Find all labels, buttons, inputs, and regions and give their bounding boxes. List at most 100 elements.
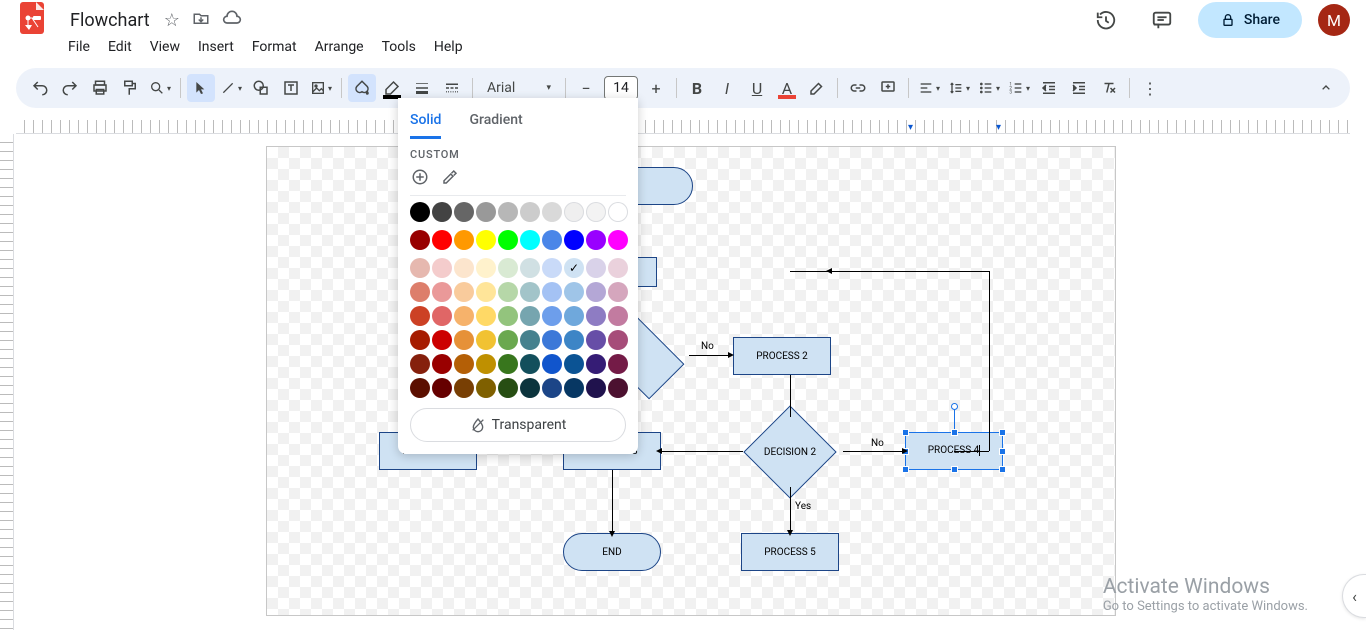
color-swatch[interactable] <box>520 202 540 222</box>
color-swatch[interactable] <box>410 258 430 278</box>
shape-tool[interactable] <box>247 74 275 102</box>
shape-process2[interactable]: PROCESS 2 <box>733 337 831 375</box>
color-swatch[interactable] <box>520 354 540 374</box>
color-swatch[interactable] <box>564 258 584 278</box>
color-swatch[interactable] <box>432 202 452 222</box>
connector[interactable] <box>954 451 989 452</box>
color-swatch[interactable] <box>564 354 584 374</box>
color-swatch[interactable] <box>432 330 452 350</box>
color-swatch[interactable] <box>542 282 562 302</box>
collapse-toolbar-button[interactable] <box>1312 74 1340 102</box>
color-swatch[interactable] <box>564 330 584 350</box>
indent-increase-button[interactable] <box>1065 74 1093 102</box>
menu-arrange[interactable]: Arrange <box>307 35 372 59</box>
menu-file[interactable]: File <box>60 35 98 59</box>
bold-button[interactable]: B <box>683 74 711 102</box>
color-swatch[interactable] <box>476 330 496 350</box>
color-swatch[interactable] <box>564 202 584 222</box>
resize-handle-se[interactable] <box>999 466 1006 473</box>
color-swatch[interactable] <box>498 282 518 302</box>
zoom-button[interactable] <box>146 74 174 102</box>
tab-solid[interactable]: Solid <box>410 112 441 139</box>
shape-process5[interactable]: PROCESS 5 <box>741 533 839 571</box>
color-swatch[interactable] <box>608 258 628 278</box>
menu-view[interactable]: View <box>142 35 188 59</box>
move-icon[interactable] <box>192 9 210 32</box>
menu-tools[interactable]: Tools <box>374 35 424 59</box>
color-swatch[interactable] <box>432 306 452 326</box>
color-swatch[interactable] <box>410 378 430 398</box>
color-swatch[interactable] <box>410 306 430 326</box>
select-tool[interactable] <box>187 74 215 102</box>
color-swatch[interactable] <box>432 354 452 374</box>
color-swatch[interactable] <box>410 282 430 302</box>
shape-decision2[interactable]: DECISION 2 <box>737 417 843 487</box>
comments-icon[interactable] <box>1142 0 1182 40</box>
color-swatch[interactable] <box>564 282 584 302</box>
color-swatch[interactable] <box>608 306 628 326</box>
cloud-status-icon[interactable] <box>222 8 242 33</box>
color-swatch[interactable] <box>520 258 540 278</box>
color-swatch[interactable] <box>586 202 606 222</box>
resize-handle-ne[interactable] <box>999 429 1006 436</box>
resize-handle-e[interactable] <box>999 448 1006 455</box>
connector[interactable] <box>843 451 903 452</box>
color-swatch[interactable] <box>476 202 496 222</box>
color-swatch[interactable] <box>542 330 562 350</box>
color-swatch[interactable] <box>542 258 562 278</box>
font-size-input[interactable] <box>604 76 638 100</box>
more-options-button[interactable]: ⋮ <box>1136 74 1164 102</box>
color-swatch[interactable] <box>520 306 540 326</box>
color-swatch[interactable] <box>476 282 496 302</box>
color-swatch[interactable] <box>432 378 452 398</box>
canvas-area[interactable]: PROCESS 2 DECISION 2 PROCESS 3 PROCESS 4… <box>14 134 1366 630</box>
line-spacing-button[interactable] <box>945 74 973 102</box>
transparent-button[interactable]: Transparent <box>410 408 626 442</box>
color-swatch[interactable] <box>498 258 518 278</box>
textbox-tool[interactable] <box>277 74 305 102</box>
connector[interactable] <box>989 271 990 451</box>
image-tool[interactable] <box>307 74 335 102</box>
color-swatch[interactable] <box>498 230 518 250</box>
color-swatch[interactable] <box>454 202 474 222</box>
color-swatch[interactable] <box>586 330 606 350</box>
resize-handle-sw[interactable] <box>902 466 909 473</box>
indent-decrease-button[interactable] <box>1035 74 1063 102</box>
connector[interactable] <box>661 451 743 452</box>
connector[interactable] <box>831 271 832 272</box>
connector[interactable] <box>790 375 791 417</box>
insert-link-button[interactable] <box>844 74 872 102</box>
menu-help[interactable]: Help <box>426 35 471 59</box>
menu-format[interactable]: Format <box>244 35 305 59</box>
undo-button[interactable] <box>26 74 54 102</box>
color-swatch[interactable] <box>608 230 628 250</box>
color-swatch[interactable] <box>542 202 562 222</box>
color-swatch[interactable] <box>454 354 474 374</box>
color-swatch[interactable] <box>520 378 540 398</box>
color-swatch[interactable] <box>432 230 452 250</box>
document-title[interactable]: Flowchart <box>64 8 156 33</box>
color-swatch[interactable] <box>586 230 606 250</box>
color-swatch[interactable] <box>586 378 606 398</box>
color-swatch[interactable] <box>586 354 606 374</box>
menu-insert[interactable]: Insert <box>190 35 242 59</box>
connector[interactable] <box>790 487 791 531</box>
bullet-list-button[interactable] <box>975 74 1003 102</box>
color-swatch[interactable] <box>498 378 518 398</box>
color-swatch[interactable] <box>608 330 628 350</box>
connector[interactable] <box>612 470 613 532</box>
color-swatch[interactable] <box>608 282 628 302</box>
color-swatch[interactable] <box>454 258 474 278</box>
italic-button[interactable]: I <box>713 74 741 102</box>
color-swatch[interactable] <box>542 378 562 398</box>
color-swatch[interactable] <box>564 306 584 326</box>
color-swatch[interactable] <box>454 282 474 302</box>
underline-button[interactable]: U <box>743 74 771 102</box>
redo-button[interactable] <box>56 74 84 102</box>
menu-edit[interactable]: Edit <box>100 35 140 59</box>
connector[interactable] <box>689 355 729 356</box>
color-swatch[interactable] <box>476 378 496 398</box>
color-swatch[interactable] <box>498 202 518 222</box>
color-swatch[interactable] <box>454 230 474 250</box>
color-swatch[interactable] <box>608 378 628 398</box>
